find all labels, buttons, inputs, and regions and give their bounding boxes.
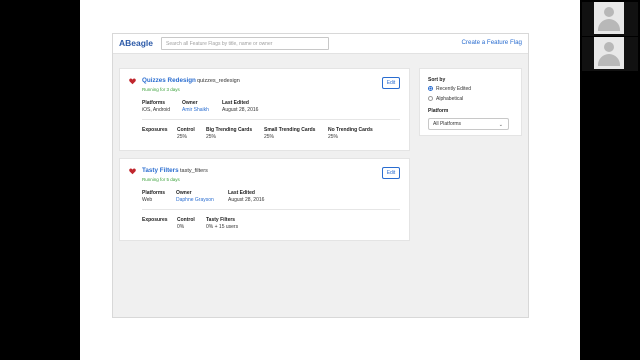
variant-value: 25%	[177, 134, 188, 140]
exposures-label: Exposures	[142, 127, 168, 133]
status-text: Running for 3 days	[142, 87, 180, 92]
variant-name: Control	[177, 217, 195, 223]
flag-key: quizzes_redesign	[197, 77, 240, 84]
platforms-label: Platforms	[142, 100, 166, 106]
abeagle-app: ABeagle Create a Feature Flag Quizzes Re…	[112, 33, 529, 318]
variant-value: 25%	[264, 134, 275, 140]
app-logo[interactable]: ABeagle	[119, 38, 153, 48]
radio-label[interactable]: Recently Edited	[436, 86, 471, 92]
flag-card: Tasty Filters tasty_filters Running for …	[119, 158, 410, 241]
variant-name: No Trending Cards	[328, 127, 373, 133]
last-edited-value: August 28, 2016	[228, 197, 265, 203]
last-edited-value: August 28, 2016	[222, 107, 259, 113]
last-edited-label: Last Edited	[222, 100, 249, 106]
variant-name: Control	[177, 127, 195, 133]
platforms-value: Web	[142, 197, 153, 203]
create-feature-flag-link[interactable]: Create a Feature Flag	[461, 39, 522, 46]
top-bar: ABeagle Create a Feature Flag	[113, 34, 528, 54]
variant-name: Big Trending Cards	[206, 127, 253, 133]
flag-card: Quizzes Redesign quizzes_redesign Runnin…	[119, 68, 410, 151]
platforms-value: iOS, Android	[142, 107, 171, 113]
user-avatar-icon	[594, 2, 624, 34]
status-text: Running for 5 days	[142, 177, 180, 182]
last-edited-label: Last Edited	[228, 190, 255, 196]
variant-name: Tasty Filters	[206, 217, 236, 223]
platform-label: Platform	[428, 108, 449, 114]
owner-label: Owner	[176, 190, 192, 196]
flag-title[interactable]: Quizzes Redesign	[142, 77, 196, 84]
platform-select[interactable]: All Platforms ⌄	[428, 118, 509, 130]
exposures-label: Exposures	[142, 217, 168, 223]
owner-link[interactable]: Amir Shaikh	[182, 107, 209, 113]
platform-select-value: All Platforms	[433, 121, 462, 127]
edit-button[interactable]: Edit	[382, 167, 400, 179]
video-participant-tile	[582, 2, 638, 36]
variant-name: Small Trending Cards	[264, 127, 316, 133]
variant-value: 25%	[328, 134, 339, 140]
variant-value: 0%	[177, 224, 185, 230]
search-input[interactable]	[161, 37, 329, 50]
heart-icon[interactable]	[129, 78, 136, 85]
owner-label: Owner	[182, 100, 198, 106]
flag-key: tasty_filters	[180, 167, 208, 174]
radio-label[interactable]: Alphabetical	[436, 96, 463, 102]
variant-value: 25%	[206, 134, 217, 140]
presentation-screen: ABeagle Create a Feature Flag Quizzes Re…	[80, 0, 580, 360]
edit-button[interactable]: Edit	[382, 77, 400, 89]
divider	[142, 209, 400, 210]
heart-icon[interactable]	[129, 168, 136, 175]
owner-link[interactable]: Daphne Grayson	[176, 197, 214, 203]
variant-value: 0% + 15 users	[206, 224, 239, 230]
platforms-label: Platforms	[142, 190, 166, 196]
filter-panel: Sort by Recently Edited Alphabetical Pla…	[419, 68, 522, 136]
radio-alphabetical[interactable]	[428, 96, 433, 101]
video-participant-tile	[582, 37, 638, 71]
divider	[142, 119, 400, 120]
user-avatar-icon	[594, 37, 624, 69]
chevron-down-icon: ⌄	[498, 122, 503, 128]
radio-recently-edited[interactable]	[428, 86, 433, 91]
sort-by-label: Sort by	[428, 77, 446, 83]
flag-title[interactable]: Tasty Filters	[142, 167, 179, 174]
